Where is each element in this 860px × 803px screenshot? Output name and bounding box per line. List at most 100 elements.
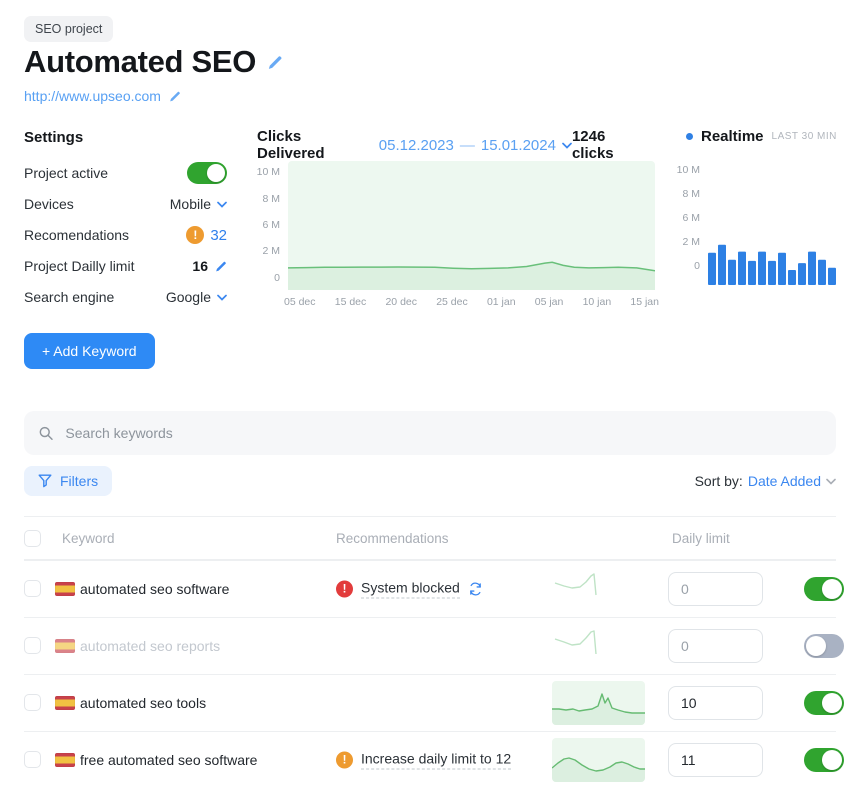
refresh-icon[interactable] — [468, 582, 483, 597]
y-tick: 10 M — [664, 164, 700, 176]
seo-dashboard: SEO project Automated SEO http://www.ups… — [0, 0, 860, 803]
setting-recommendations: Recomendations ! 32 — [24, 224, 227, 246]
sparkline — [552, 567, 645, 611]
devices-value: Mobile — [170, 196, 211, 212]
project-active-toggle[interactable] — [187, 162, 227, 184]
chevron-down-icon — [562, 142, 572, 149]
recommendations-value-group[interactable]: ! 32 — [186, 226, 227, 244]
keyword-label: free automated seo software — [80, 752, 257, 768]
search-bar — [24, 411, 836, 455]
table-header: Keyword Recommendations Daily limit — [24, 516, 836, 560]
daily-limit-input[interactable] — [668, 686, 763, 720]
filter-funnel-icon — [38, 474, 52, 488]
sparkline — [552, 681, 645, 725]
daily-limit-label: Project Dailly limit — [24, 258, 134, 274]
keyword-toggle[interactable] — [804, 634, 844, 658]
table-row: free automated seo software ! Increase d… — [24, 731, 836, 788]
settings-heading: Settings — [24, 129, 83, 146]
daily-limit-value: 16 — [192, 258, 208, 274]
spain-flag-icon — [55, 696, 75, 710]
spain-flag-icon — [55, 753, 75, 767]
row-checkbox[interactable] — [24, 580, 41, 597]
column-recommendations: Recommendations — [336, 531, 449, 546]
toggle-knob — [822, 693, 842, 713]
filters-button[interactable]: Filters — [24, 466, 112, 496]
spain-flag-icon — [55, 582, 75, 596]
daily-limit-input[interactable] — [668, 572, 763, 606]
date-range-picker[interactable]: 05.12.2023 — 15.01.2024 — [379, 137, 572, 154]
clicks-delivered-header: Clicks Delivered 05.12.2023 — 15.01.2024… — [257, 128, 647, 162]
recommendations-count: 32 — [210, 227, 227, 244]
edit-title-pencil-icon[interactable] — [266, 54, 283, 71]
table-row: automated seo tools — [24, 674, 836, 731]
search-input[interactable] — [65, 425, 822, 441]
sort-by-value[interactable]: Date Added — [748, 473, 821, 489]
setting-devices: Devices Mobile — [24, 193, 227, 215]
recommendation-cell: ! Increase daily limit to 12 — [336, 751, 511, 770]
devices-select[interactable]: Mobile — [170, 196, 227, 212]
toggle-knob — [207, 164, 225, 182]
date-from: 05.12.2023 — [379, 137, 454, 154]
realtime-bar-chart — [708, 160, 838, 285]
realtime-title: Realtime — [701, 128, 764, 145]
chevron-down-icon — [217, 294, 227, 301]
clicks-chart-plot — [288, 161, 655, 290]
realtime-chart-plot — [708, 160, 838, 285]
recommendation-link[interactable]: System blocked — [361, 580, 460, 599]
setting-daily-limit: Project Dailly limit 16 — [24, 255, 227, 277]
x-tick: 10 jan — [583, 296, 612, 308]
search-engine-select[interactable]: Google — [166, 289, 227, 305]
chevron-down-icon[interactable] — [826, 478, 836, 485]
y-tick: 6 M — [664, 212, 700, 224]
x-tick: 05 dec — [284, 296, 316, 308]
sort-by: Sort by: Date Added — [695, 473, 836, 489]
edit-daily-limit-pencil-icon[interactable] — [214, 260, 227, 273]
x-tick: 05 jan — [535, 296, 564, 308]
x-tick: 01 jan — [487, 296, 516, 308]
project-title: Automated SEO — [24, 44, 256, 80]
row-checkbox[interactable] — [24, 694, 41, 711]
sort-by-label: Sort by: — [695, 473, 743, 489]
column-keyword: Keyword — [62, 531, 115, 546]
sparkline — [552, 738, 645, 782]
total-clicks: 1246 clicks — [572, 128, 647, 162]
project-url-link[interactable]: http://www.upseo.com — [24, 88, 161, 104]
x-tick: 25 dec — [436, 296, 468, 308]
chevron-down-icon — [217, 201, 227, 208]
keyword-label: automated seo software — [80, 581, 229, 597]
x-tick: 20 dec — [385, 296, 417, 308]
keyword-label: automated seo tools — [80, 695, 206, 711]
edit-url-pencil-icon[interactable] — [168, 90, 181, 103]
x-tick: 15 jan — [630, 296, 659, 308]
date-to: 15.01.2024 — [481, 137, 556, 154]
daily-limit-input[interactable] — [668, 743, 763, 777]
search-icon — [38, 425, 54, 442]
y-tick: 2 M — [244, 245, 280, 257]
setting-project-active: Project active — [24, 162, 227, 184]
keywords-table: Keyword Recommendations Daily limit auto… — [24, 516, 836, 788]
select-all-checkbox[interactable] — [24, 530, 41, 547]
blocked-error-icon: ! — [336, 581, 353, 598]
realtime-legend: Realtime LAST 30 MIN — [686, 128, 837, 145]
search-engine-label: Search engine — [24, 289, 114, 305]
toggle-knob — [806, 636, 826, 656]
warning-icon: ! — [336, 752, 353, 769]
sparkline — [552, 624, 645, 668]
keyword-toggle[interactable] — [804, 691, 844, 715]
devices-label: Devices — [24, 196, 74, 212]
y-tick: 6 M — [244, 219, 280, 231]
keyword-toggle[interactable] — [804, 577, 844, 601]
daily-limit-value-group: 16 — [192, 258, 227, 274]
filters-label: Filters — [60, 473, 98, 489]
realtime-dot-icon — [686, 133, 693, 140]
row-checkbox[interactable] — [24, 751, 41, 768]
daily-limit-input[interactable] — [668, 629, 763, 663]
y-tick: 10 M — [244, 166, 280, 178]
add-keyword-button[interactable]: + Add Keyword — [24, 333, 155, 369]
clicks-chart-x-axis: 05 dec 15 dec 20 dec 25 dec 01 jan 05 ja… — [284, 296, 659, 308]
recommendations-label: Recomendations — [24, 227, 129, 243]
keyword-toggle[interactable] — [804, 748, 844, 772]
recommendation-link[interactable]: Increase daily limit to 12 — [361, 751, 511, 770]
row-checkbox[interactable] — [24, 637, 41, 654]
realtime-subtitle: LAST 30 MIN — [772, 131, 837, 142]
